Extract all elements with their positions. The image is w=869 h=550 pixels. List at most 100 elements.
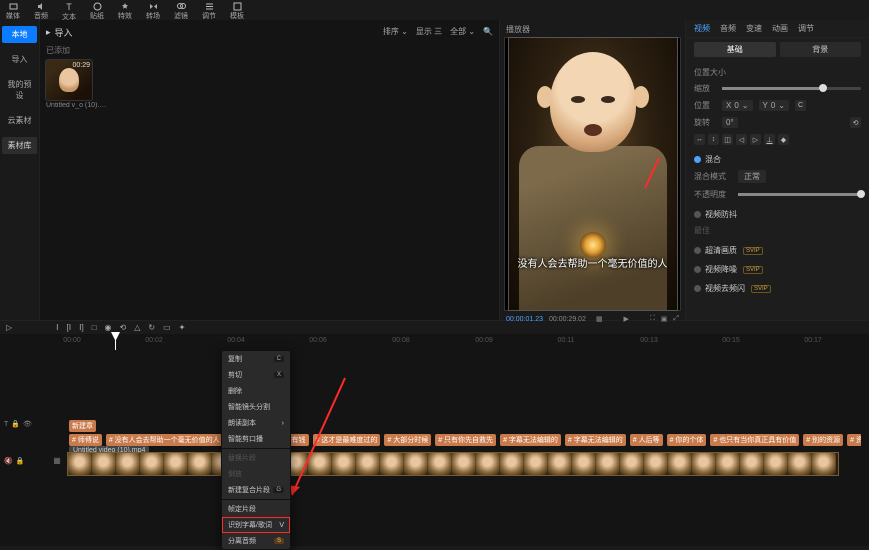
sort-dropdown[interactable]: 排序 ⌄ [383,26,408,37]
sync-icon[interactable]: ↻ [148,323,155,332]
display-dropdown[interactable]: 显示 三 [416,26,442,37]
caption-chip[interactable]: # 别的资源 [803,434,843,446]
template-icon [233,2,242,11]
tab-audio[interactable]: 音频 [720,23,736,34]
lock-icon[interactable]: 🔒 [11,420,20,428]
left-tab-cloud[interactable]: 云素材 [0,112,39,129]
lock-icon[interactable]: 🔒 [16,457,25,465]
caption-chip[interactable]: # 资源才会靠近 [847,434,861,446]
top-filter[interactable]: 滤镜 [174,2,188,21]
reverse-icon[interactable]: ⟲ [120,323,127,332]
caption-chip[interactable]: # 也只有当你真正具有价值 [710,434,799,446]
mix-toggle[interactable] [694,156,701,163]
search-icon[interactable]: 🔍 [483,27,493,36]
left-tab-local[interactable]: 本地 [2,26,37,43]
top-adjust[interactable]: 调节 [202,2,216,21]
ratio-icon[interactable]: ⛶ [650,315,655,323]
ctx-delete[interactable]: 删除 [222,383,290,399]
record-icon[interactable]: ◉ [105,323,112,332]
caption-chip[interactable]: # 人后等 [630,434,663,446]
stab-toggle[interactable] [694,211,701,218]
fullscreen-icon[interactable]: ⤢ [673,315,679,323]
top-fx[interactable]: 特效 [118,2,132,21]
ctx-tts-copy[interactable]: 朗读副本› [222,415,290,431]
caption-chip[interactable]: # 没有人会去帮助一个毫无价值的人 [106,434,223,446]
caption-chip[interactable]: # 这才是最难度过的 [313,434,381,446]
all-dropdown[interactable]: 全部 ⌄ [450,26,475,37]
left-tab-library[interactable]: 素材库 [2,137,37,154]
video-track-head[interactable]: 🔇 🔒 [4,457,50,465]
top-text[interactable]: T文本 [62,2,76,22]
ctx-copy[interactable]: 复制C [222,351,290,367]
crop-tool-icon[interactable]: ▭ [163,323,171,332]
top-sticker[interactable]: 贴纸 [90,2,104,21]
caption-chip[interactable]: # 师傅说 [69,434,102,446]
tab-video[interactable]: 视频 [694,23,710,34]
ctx-compound[interactable]: 新建复合片段G [222,482,290,498]
transition-icon [149,2,158,11]
upscale-toggle[interactable] [694,247,701,254]
top-template[interactable]: 模板 [230,2,244,21]
caption-chip[interactable]: # 大部分时候 [384,434,431,446]
caption-chip[interactable]: # 你的个体 [667,434,707,446]
track-toggle-icon[interactable]: ▦ [50,456,64,465]
left-tab-preset[interactable]: 我的预设 [0,76,39,104]
mute-icon[interactable]: 🔇 [4,457,13,465]
text-icon: T [66,2,72,12]
caption-marker[interactable]: 新建章 [69,420,96,432]
crop-icon[interactable]: ◫ [722,134,733,145]
ctx-freeze[interactable]: 帧定片段 [222,501,290,517]
media-thumb[interactable]: 00:29 [46,60,92,100]
btn-basic[interactable]: 基础 [694,42,776,57]
top-media[interactable]: 媒体 [6,2,20,21]
keyframe-icon[interactable]: ◆ [778,134,789,145]
rotation-input[interactable]: 0° [722,117,738,128]
btn-background[interactable]: 背景 [780,42,862,57]
eye-icon[interactable]: 👁 [23,420,32,428]
tab-anim[interactable]: 动画 [772,23,788,34]
ai-icon[interactable]: ✦ [179,323,186,332]
pos-x-input[interactable]: X 0 ⌄ [722,100,753,111]
split-icon[interactable]: Ⅰ [56,323,58,332]
video-clip[interactable] [67,452,839,476]
scale-icon[interactable]: ▣ [661,315,668,323]
timeline-ruler[interactable]: 00:00 00:02 00:04 00:06 00:08 00:09 00:1… [0,334,869,350]
ctx-cut[interactable]: 剪切X [222,367,290,383]
top-audio[interactable]: 音频 [34,2,48,21]
caption-chip[interactable]: # 字幕无法编辑的 [500,434,561,446]
preview-viewport[interactable]: 没有人会去帮助一个毫无价值的人 [504,37,681,311]
blend-mode-select[interactable]: 正常 [738,170,766,183]
play-button[interactable]: ▶ [624,315,629,323]
tab-adjust[interactable]: 调节 [798,23,814,34]
ctx-smart-cut[interactable]: 智能剪口播 [222,431,290,447]
trim-right-icon[interactable]: Ⅰ] [79,323,84,332]
caption-chip[interactable]: # 只有你先自救先 [435,434,496,446]
import-button[interactable]: 导入 [55,26,73,39]
caption-track-head[interactable]: T 🔒 👁 [4,420,50,428]
rotate-l-icon[interactable]: ◁ [736,134,747,145]
tab-speed[interactable]: 变速 [746,23,762,34]
scale-slider[interactable] [722,87,861,90]
pos-reset-icon[interactable]: C [795,100,806,111]
caption-chip[interactable]: # 字幕无法编辑的 [565,434,626,446]
align-icon[interactable]: ⊥ [764,134,775,145]
timeline-body[interactable]: T 🔒 👁 新建章 # 师傅说 # 没有人会去帮助一个毫无价值的人 # 当你从没… [0,350,869,546]
square-icon[interactable]: □ [92,323,97,332]
ctx-recognize-subtitle[interactable]: 识别字幕/歌词V [222,517,290,533]
flip-h-icon[interactable]: ↔ [694,134,705,145]
flicker-toggle[interactable] [694,285,701,292]
mirror-icon[interactable]: △ [134,323,140,332]
preview-grid-icon[interactable]: ▦ [596,315,603,323]
rotate-r-icon[interactable]: ▷ [750,134,761,145]
pos-y-input[interactable]: Y 0 ⌄ [759,100,790,111]
trim-left-icon[interactable]: [Ⅰ [67,323,72,332]
opacity-slider[interactable] [738,193,861,196]
media-toolbar: 排序 ⌄ 显示 三 全部 ⌄ 🔍 [383,26,493,37]
ctx-smart-split[interactable]: 智能镜头分割 [222,399,290,415]
top-transition[interactable]: 转场 [146,2,160,21]
left-tab-import[interactable]: 导入 [0,51,39,68]
pointer-tool-icon[interactable]: ▷ [6,323,12,332]
flip-v-icon[interactable]: ↕ [708,134,719,145]
rot-reset-icon[interactable]: ⟲ [850,117,861,128]
noise-toggle[interactable] [694,266,701,273]
